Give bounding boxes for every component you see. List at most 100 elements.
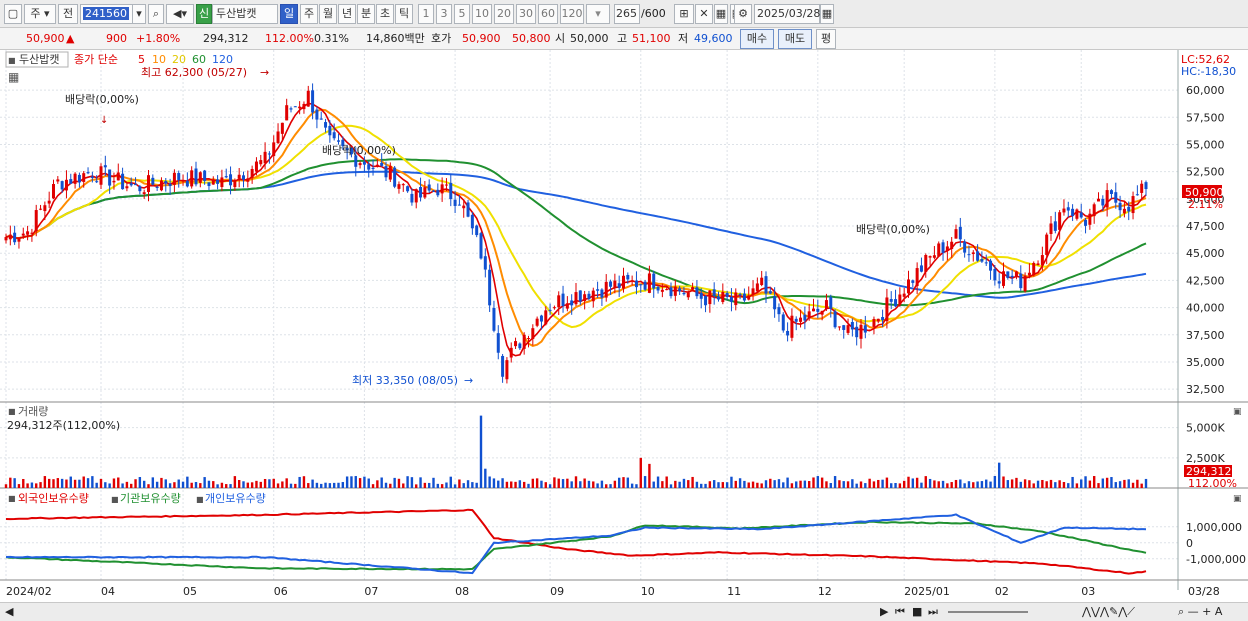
volume-bar	[1036, 480, 1040, 488]
period-week-button[interactable]: 주	[300, 4, 318, 24]
volume-bar	[566, 478, 569, 488]
candle-body	[583, 294, 587, 302]
period-year-button[interactable]: 년	[338, 4, 356, 24]
gear-icon[interactable]: ⚙	[734, 4, 752, 24]
x-axis-label: 11	[727, 585, 741, 598]
save-icon[interactable]: ▦	[714, 4, 728, 24]
code-dropdown-icon[interactable]: ▾	[132, 4, 146, 24]
candle-body	[885, 297, 889, 322]
period-month-button[interactable]: 월	[319, 4, 337, 24]
chart-area[interactable]: 60,000 57,500 55,000 52,500 50,000 47,500 45,0…	[0, 50, 1248, 602]
ma60-label: 60	[192, 53, 206, 66]
bottom-scrollbar[interactable]: ◀ ▶ ⏮ ■ ⏭ ⋀⋁⋀✎⋀⟋ ⌕ — + A	[0, 602, 1248, 621]
interval-dropdown[interactable]: ▾	[586, 4, 610, 24]
candle-body	[561, 293, 565, 306]
volume-bar	[656, 476, 660, 488]
volume-bar	[738, 478, 742, 488]
rewind-icon[interactable]: ⏮	[895, 605, 905, 619]
volume-bar	[1041, 479, 1044, 488]
candle-body	[894, 299, 898, 307]
volume-bar	[255, 480, 258, 488]
period-tick-button[interactable]: 틱	[395, 4, 413, 24]
volume-bar	[760, 483, 763, 488]
candle-body	[440, 184, 444, 194]
type-select[interactable]: 전	[58, 4, 78, 24]
candle-body	[691, 287, 695, 290]
candle-body	[794, 318, 798, 322]
candle-body	[375, 164, 379, 168]
search-icon[interactable]: ⌕	[148, 4, 164, 24]
period-minute-button[interactable]: 분	[357, 4, 375, 24]
volume-bar	[561, 479, 565, 488]
market-select[interactable]: 주 ▾	[24, 4, 56, 24]
volume-bar	[112, 478, 116, 488]
eval-button[interactable]: 평	[816, 29, 836, 49]
volume-bar	[354, 476, 357, 488]
candle-body	[725, 292, 729, 298]
table-icon[interactable]: ▦	[8, 70, 19, 84]
volume-bar	[203, 477, 206, 488]
candle-body	[829, 297, 833, 309]
stop-icon[interactable]: ■	[912, 605, 922, 619]
num-1-button[interactable]: 1	[418, 4, 434, 24]
candle-body	[17, 238, 21, 242]
chart-menu-icon[interactable]: ▢	[4, 4, 22, 24]
volume-bar	[160, 477, 163, 488]
x-axis-label: 09	[550, 585, 564, 598]
period-second-button[interactable]: 초	[376, 4, 394, 24]
volume-bar	[26, 483, 29, 488]
num-60-button[interactable]: 60	[538, 4, 558, 24]
volume-bar	[928, 478, 932, 488]
holding-panel-icon[interactable]: ■	[8, 494, 16, 503]
volume-bar	[436, 483, 440, 488]
forward-icon[interactable]: ⏭	[928, 605, 938, 619]
calendar-icon[interactable]: ▦	[820, 4, 834, 24]
candle-body	[246, 178, 250, 182]
sound-icon[interactable]: ◀▾	[166, 4, 194, 24]
count-input[interactable]: 265	[614, 4, 640, 24]
num-10-button[interactable]: 10	[472, 4, 492, 24]
volume-bar	[1062, 481, 1066, 488]
volume-panel-icon[interactable]: ■	[8, 407, 16, 416]
sell-button[interactable]: 매도	[778, 29, 812, 49]
drawing-tools-icon[interactable]: ⋀⋁⋀✎⋀⟋	[1082, 605, 1135, 619]
candle-body	[777, 307, 781, 315]
price-info-bar: 50,900 ▲ 900 +1.80% 294,312 112.00% 0.31…	[0, 28, 1248, 50]
num-120-button[interactable]: 120	[560, 4, 584, 24]
scroll-left-icon[interactable]: ◀	[5, 605, 13, 619]
turnover-rate: 0.31%	[314, 32, 349, 45]
candle-body	[103, 165, 107, 168]
volume-bar	[851, 479, 854, 488]
volume-bar	[1049, 479, 1053, 488]
volume-bar	[65, 479, 68, 488]
trade-amount: 14,860백만	[366, 32, 425, 45]
num-3-button[interactable]: 3	[436, 4, 452, 24]
period-day-button[interactable]: 일	[280, 4, 298, 24]
panel-menu-icon[interactable]: ■	[8, 56, 16, 65]
candle-body	[237, 174, 241, 179]
buy-button[interactable]: 매수	[740, 29, 774, 49]
volume-bar	[479, 415, 483, 488]
x-axis-label: 07	[364, 585, 378, 598]
volume-close-icon[interactable]: ▣	[1233, 407, 1242, 417]
volume-bar	[389, 483, 392, 488]
candle-body	[1053, 221, 1057, 231]
holding-close-icon[interactable]: ▣	[1233, 494, 1242, 504]
ma5-label: 5	[138, 53, 145, 66]
zoom-tools-icon[interactable]: ⌕ — + A	[1178, 605, 1222, 619]
price-panel-title: 두산밥캣	[19, 53, 59, 66]
volume-bar	[907, 476, 910, 488]
scroll-right-icon[interactable]: ▶	[880, 605, 888, 619]
zoom-icon[interactable]: ⊞	[674, 4, 694, 24]
candle-body	[678, 288, 682, 292]
num-5-button[interactable]: 5	[454, 4, 470, 24]
crosshair-icon[interactable]: ✕	[695, 4, 713, 24]
candle-body	[945, 246, 949, 251]
zoom-slider[interactable]	[948, 611, 1028, 613]
date-input[interactable]: 2025/03/28	[754, 4, 820, 24]
candle-body	[1114, 192, 1118, 203]
num-20-button[interactable]: 20	[494, 4, 514, 24]
volume-bar	[989, 481, 992, 488]
num-30-button[interactable]: 30	[516, 4, 536, 24]
volume-bar	[328, 483, 332, 488]
